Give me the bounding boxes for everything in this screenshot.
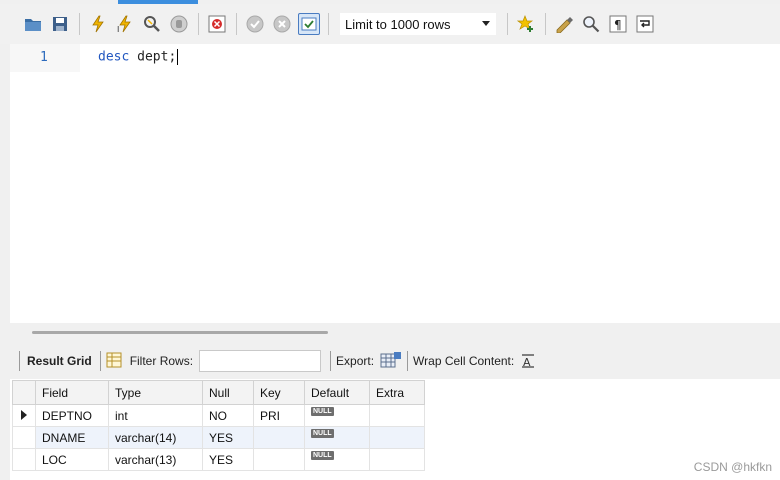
chevron-down-icon <box>482 21 490 26</box>
explain-icon[interactable] <box>141 13 163 35</box>
cell-field[interactable]: LOC <box>35 448 109 471</box>
result-grid-button[interactable]: Result Grid <box>27 354 92 368</box>
cell-type[interactable]: int <box>108 404 203 427</box>
find-icon[interactable] <box>580 13 602 35</box>
row-selector[interactable] <box>12 404 36 427</box>
cell-type[interactable]: varchar(14) <box>108 426 203 449</box>
column-header[interactable]: Extra <box>369 380 425 405</box>
cell-default[interactable]: NULL <box>304 426 370 449</box>
toolbar-separator <box>198 13 199 35</box>
invisible-chars-icon[interactable]: ¶ <box>607 13 629 35</box>
row-selector-header <box>12 380 36 405</box>
cell-field[interactable]: DNAME <box>35 426 109 449</box>
cell-type[interactable]: varchar(13) <box>108 448 203 471</box>
scrollbar-thumb[interactable] <box>32 331 328 334</box>
svg-text:¶: ¶ <box>614 18 622 32</box>
sql-keyword: desc <box>98 49 130 65</box>
filter-rows-label: Filter Rows: <box>129 354 194 368</box>
toolbar-separator <box>99 351 101 371</box>
left-panel-edge <box>0 44 10 480</box>
toolbar-separator <box>507 13 508 35</box>
add-bookmark-icon[interactable] <box>515 13 537 35</box>
cell-default[interactable]: NULL <box>304 448 370 471</box>
toolbar-separator <box>328 13 329 35</box>
cell-null[interactable]: YES <box>202 426 254 449</box>
result-grid: Field Type Null Key Default Extra DEPTNO… <box>10 379 780 480</box>
limit-rows-select[interactable]: Limit to 1000 rows <box>340 13 496 35</box>
null-badge: NULL <box>311 428 334 438</box>
autocommit-icon[interactable] <box>298 13 320 35</box>
commit-icon[interactable] <box>244 13 266 35</box>
sql-editor-toolbar: I Limit to 1000 rows ¶ <box>0 4 780 44</box>
cell-null[interactable]: YES <box>202 448 254 471</box>
filter-rows-input[interactable] <box>199 350 322 372</box>
wrap-cell-content-label: Wrap Cell Content: <box>413 354 515 368</box>
row-selector[interactable] <box>12 426 36 449</box>
sql-editor[interactable]: 1 desc dept; <box>10 44 780 323</box>
cell-key[interactable]: PRI <box>253 404 305 427</box>
execute-icon[interactable] <box>87 13 109 35</box>
column-header[interactable]: Default <box>304 380 370 405</box>
cell-null[interactable]: NO <box>202 404 254 427</box>
column-header[interactable]: Type <box>108 380 203 405</box>
sql-text: dept; <box>129 49 177 65</box>
null-badge: NULL <box>311 406 334 416</box>
cell-key[interactable] <box>253 426 305 449</box>
rollback-icon[interactable] <box>271 13 293 35</box>
editor-horizontal-scrollbar[interactable] <box>10 323 780 343</box>
column-header[interactable]: Key <box>253 380 305 405</box>
svg-text:I: I <box>117 25 119 33</box>
sql-code-line[interactable]: desc dept; <box>98 49 179 65</box>
toolbar-separator <box>236 13 237 35</box>
wrap-cell-icon[interactable]: A <box>520 352 536 371</box>
cell-extra[interactable] <box>369 426 425 449</box>
table-row[interactable]: LOC varchar(13) YES NULL <box>12 448 425 471</box>
result-toolbar: Result Grid Filter Rows: Export: Wrap Ce… <box>10 343 780 379</box>
export-label: Export: <box>336 354 375 368</box>
svg-text:A: A <box>523 356 531 368</box>
table-row[interactable]: DEPTNO int NO PRI NULL <box>12 404 425 427</box>
null-badge: NULL <box>311 450 334 460</box>
grid-view-icon[interactable] <box>106 352 122 371</box>
column-header[interactable]: Null <box>202 380 254 405</box>
toolbar-separator <box>545 13 546 35</box>
row-selector[interactable] <box>12 448 36 471</box>
save-icon[interactable] <box>49 13 71 35</box>
cell-default[interactable]: NULL <box>304 404 370 427</box>
cell-extra[interactable] <box>369 448 425 471</box>
result-table: Field Type Null Key Default Extra DEPTNO… <box>12 380 425 471</box>
table-row[interactable]: DNAME varchar(14) YES NULL <box>12 426 425 449</box>
beautify-icon[interactable] <box>553 13 575 35</box>
toolbar-separator <box>407 351 409 371</box>
toolbar-separator <box>79 13 80 35</box>
toggle-error-icon[interactable] <box>206 13 228 35</box>
open-folder-icon[interactable] <box>22 13 44 35</box>
cell-extra[interactable] <box>369 404 425 427</box>
limit-rows-value: Limit to 1000 rows <box>345 16 451 32</box>
export-icon[interactable] <box>380 351 402 372</box>
column-header[interactable]: Field <box>35 380 109 405</box>
wrap-icon[interactable] <box>634 13 656 35</box>
execute-current-icon[interactable]: I <box>114 13 136 35</box>
toolbar-separator <box>19 351 20 371</box>
toolbar-separator <box>330 351 332 371</box>
stop-icon[interactable] <box>168 13 190 35</box>
text-cursor <box>177 49 179 65</box>
cell-key[interactable] <box>253 448 305 471</box>
cell-field[interactable]: DEPTNO <box>35 404 109 427</box>
line-number: 1 <box>40 50 48 65</box>
current-row-arrow-icon <box>21 409 27 420</box>
table-header-row: Field Type Null Key Default Extra <box>12 380 425 405</box>
watermark-text: CSDN @hkfkn <box>693 460 772 474</box>
